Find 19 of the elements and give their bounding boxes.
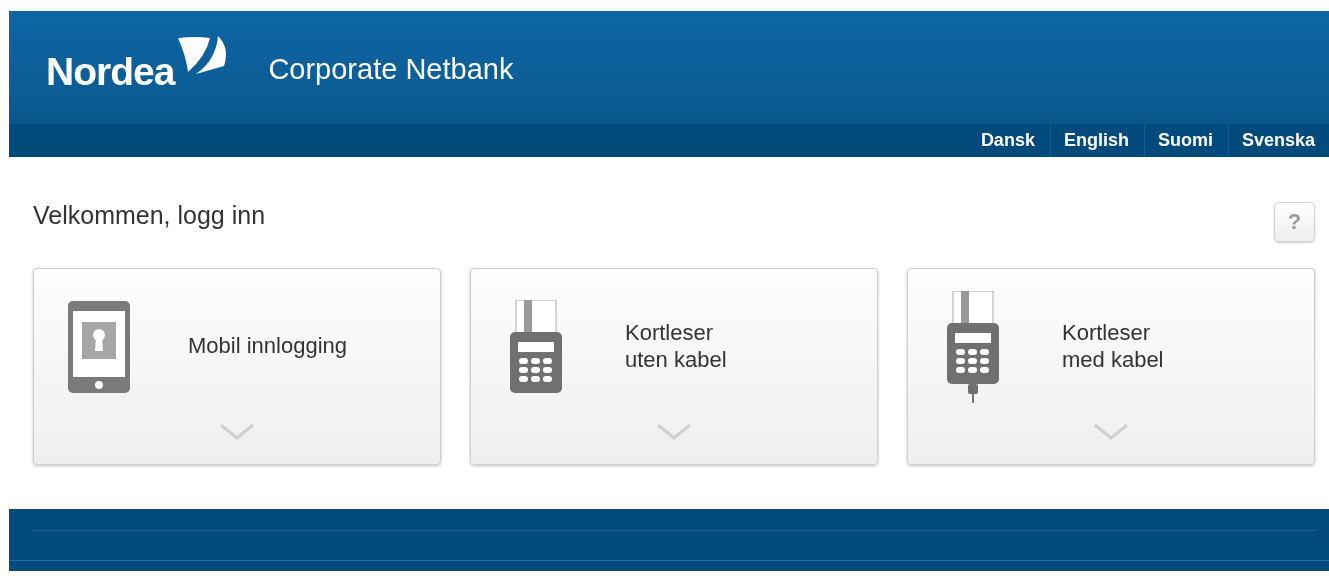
language-link[interactable]: Dansk xyxy=(967,124,1050,157)
login-option-label: Mobil innlogging xyxy=(187,333,348,360)
logo-text: Nordea xyxy=(46,52,175,91)
chevron-down-icon xyxy=(220,424,254,440)
page-heading: Velkommen, logg inn xyxy=(33,200,266,230)
language-link[interactable]: Suomi xyxy=(1143,124,1228,157)
smartphone-lock-icon xyxy=(68,300,130,393)
card-reader-icon xyxy=(510,300,562,393)
chevron-down-icon xyxy=(657,424,691,440)
card-reader-cable-icon xyxy=(947,290,999,403)
login-option-card[interactable]: Kortleser uten kabel xyxy=(470,268,878,465)
app-title: Corporate Netbank xyxy=(268,53,514,86)
login-option-label: Kortleser med kabel xyxy=(1061,320,1165,373)
login-option-card[interactable]: Kortleser med kabel xyxy=(907,268,1315,465)
language-link[interactable]: Svenska xyxy=(1227,124,1329,157)
chevron-down-icon xyxy=(1094,424,1128,440)
language-link[interactable]: English xyxy=(1049,124,1144,157)
login-option-label: Kortleser uten kabel xyxy=(624,320,728,373)
login-option-card[interactable]: Mobil innlogging xyxy=(33,268,441,465)
